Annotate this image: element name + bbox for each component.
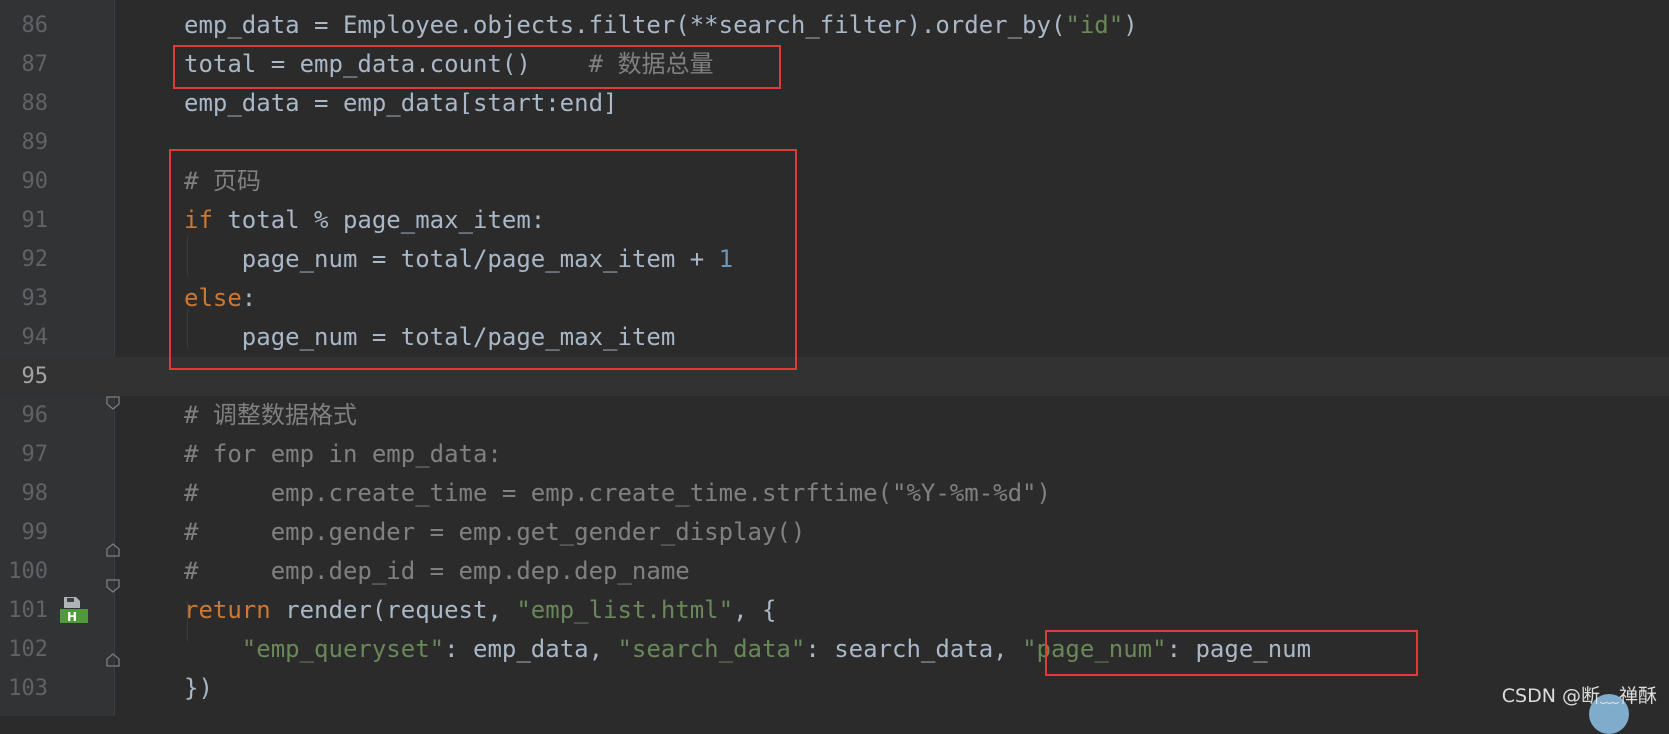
code-line[interactable]: 88 emp_data = emp_data[start:end] xyxy=(0,84,1669,123)
highlight-box-page-num-context xyxy=(1045,630,1418,676)
indent-guide xyxy=(187,602,188,641)
code-token: # emp.create_time = emp.create_time.strf… xyxy=(184,479,1051,507)
code-text[interactable]: # emp.gender = emp.get_gender_display() xyxy=(184,513,805,552)
line-number: 96 xyxy=(21,403,49,428)
line-number: 103 xyxy=(8,676,48,701)
code-text[interactable]: # for emp in emp_data: xyxy=(184,435,502,474)
code-text[interactable]: # emp.dep_id = emp.dep.dep_name xyxy=(184,552,690,591)
code-text[interactable]: emp_data = Employee.objects.filter(**sea… xyxy=(184,6,1138,45)
code-token: # 调整数据格式 xyxy=(184,401,357,429)
code-line[interactable]: 103}) xyxy=(0,669,1669,708)
code-token: "emp_queryset" xyxy=(241,635,445,663)
code-token: ) xyxy=(1123,11,1138,39)
code-token: "id" xyxy=(1065,11,1124,39)
line-number: 86 xyxy=(21,13,49,38)
line-number: 94 xyxy=(21,325,49,350)
line-number: 87 xyxy=(21,52,49,77)
line-number: 93 xyxy=(21,286,49,311)
line-number: 100 xyxy=(8,559,48,584)
watermark: CSDN @断﹏禅酥 xyxy=(1501,685,1657,707)
code-line[interactable]: 98 # emp.create_time = emp.create_time.st… xyxy=(0,474,1669,513)
code-token: return xyxy=(184,596,271,624)
code-token: # emp.dep_id = emp.dep.dep_name xyxy=(184,557,690,585)
code-token: # for emp in emp_data: xyxy=(184,440,502,468)
code-text[interactable]: # 调整数据格式 xyxy=(184,396,357,435)
code-line[interactable]: 97 # for emp in emp_data: xyxy=(0,435,1669,474)
highlight-box-page-num xyxy=(169,149,797,370)
code-line[interactable]: 96 # 调整数据格式 xyxy=(0,396,1669,435)
code-text[interactable]: emp_data = emp_data[start:end] xyxy=(184,84,617,123)
code-token: # emp.gender = emp.get_gender_display() xyxy=(184,518,806,546)
code-line[interactable]: 99 # emp.gender = emp.get_gender_display(… xyxy=(0,513,1669,552)
highlight-box-total xyxy=(173,45,781,89)
code-text[interactable]: # emp.create_time = emp.create_time.strf… xyxy=(184,474,1051,513)
code-token: "search_data" xyxy=(617,635,806,663)
code-line[interactable]: 86 emp_data = Employee.objects.filter(**s… xyxy=(0,6,1669,45)
line-number: 97 xyxy=(21,442,49,467)
line-number: 90 xyxy=(21,169,49,194)
line-number: 98 xyxy=(21,481,49,506)
line-number: 88 xyxy=(21,91,49,116)
line-number: 99 xyxy=(21,520,49,545)
code-token: : search_data, xyxy=(805,635,1023,663)
code-line[interactable]: 100 # emp.dep_id = emp.dep.dep_name xyxy=(0,552,1669,591)
line-number: 92 xyxy=(21,247,49,272)
code-token: , { xyxy=(733,596,777,624)
fold-end-icon[interactable] xyxy=(106,653,120,667)
fold-start-icon[interactable] xyxy=(106,579,120,593)
line-number: 95 xyxy=(21,364,49,389)
bookmark-letter: H xyxy=(67,610,77,624)
code-token: emp_data = emp_data[start:end] xyxy=(184,89,618,117)
code-text[interactable]: return render(request, "emp_list.html", … xyxy=(184,591,776,630)
line-number: 89 xyxy=(21,130,49,155)
code-text[interactable]: }) xyxy=(184,669,213,708)
code-line[interactable]: 101 return render(request, "emp_list.html… xyxy=(0,591,1669,630)
bookmark-icon[interactable]: H xyxy=(58,595,90,625)
code-token: emp_data = Employee.objects.filter(**sea… xyxy=(184,11,1066,39)
fold-start-icon[interactable] xyxy=(106,396,120,410)
code-editor[interactable]: 86 emp_data = Employee.objects.filter(**s… xyxy=(0,0,1669,734)
code-line[interactable]: 102 "emp_queryset": emp_data, "search_da… xyxy=(0,630,1669,669)
fold-end-icon[interactable] xyxy=(106,543,120,557)
code-token: }) xyxy=(184,674,213,702)
code-token: "emp_list.html" xyxy=(516,596,734,624)
line-number: 91 xyxy=(21,208,49,233)
code-token: : emp_data, xyxy=(444,635,618,663)
line-number: 102 xyxy=(8,637,48,662)
code-token: render(request, xyxy=(270,596,517,624)
line-number: 101 xyxy=(8,598,48,623)
